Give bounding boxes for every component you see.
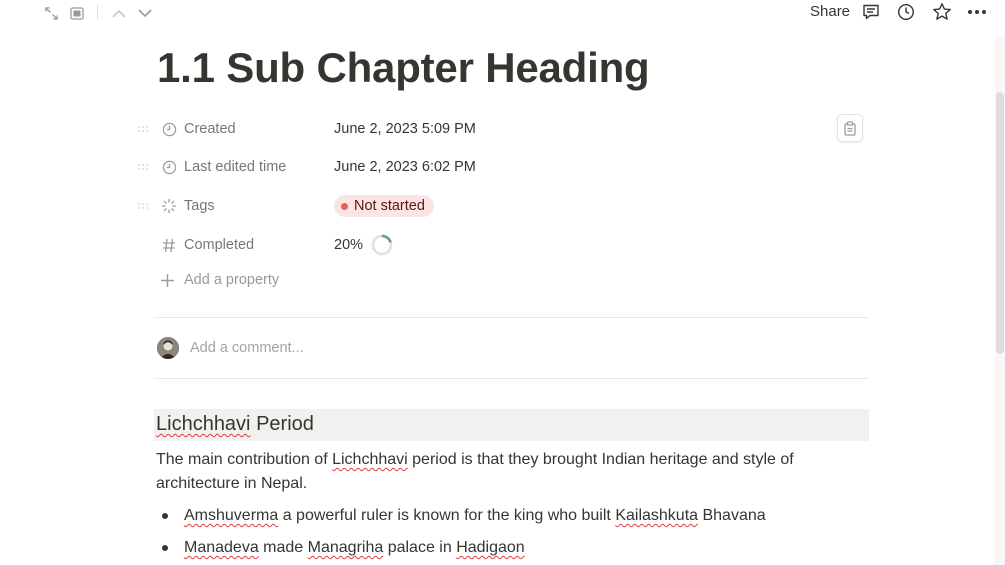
list-item-text: Bhavana	[698, 507, 766, 524]
toolbar-divider	[97, 5, 98, 19]
expand-icon[interactable]	[42, 4, 60, 22]
clock-icon	[160, 120, 178, 138]
page-title[interactable]: 1.1 Sub Chapter Heading	[157, 44, 650, 92]
chevron-up-icon[interactable]	[110, 4, 128, 22]
loader-icon	[160, 197, 178, 215]
comment-box[interactable]: Add a comment...	[157, 337, 304, 359]
misspelled-word: Lichchhavi	[332, 451, 408, 468]
star-icon[interactable]	[931, 1, 953, 23]
misspelled-word: Managriha	[307, 539, 384, 556]
list-item-text: palace in	[383, 539, 457, 556]
divider	[154, 378, 869, 379]
bullet-dot	[162, 545, 168, 551]
paragraph-text: The main contribution of	[156, 451, 333, 468]
property-label[interactable]: Tags	[184, 198, 334, 214]
misspelled-word: Amshuverma	[184, 507, 279, 524]
status-tag[interactable]: Not started	[334, 195, 434, 217]
misspelled-word: Manadeva	[184, 539, 259, 556]
drag-handle-icon[interactable]	[138, 160, 148, 174]
plus-icon	[160, 273, 175, 288]
divider	[154, 317, 869, 318]
drag-handle-icon[interactable]	[138, 122, 148, 136]
bullet-dot	[162, 513, 168, 519]
heading-text: Period	[250, 413, 314, 435]
drag-handle-icon[interactable]	[138, 199, 148, 213]
progress-ring	[371, 234, 393, 256]
hash-icon	[160, 236, 178, 254]
misspelled-word: Lichchhavi	[156, 413, 251, 435]
misspelled-word: Kailashkuta	[615, 507, 699, 524]
share-button[interactable]: Share	[810, 3, 850, 20]
property-value[interactable]: Not started	[334, 195, 434, 217]
comment-input[interactable]: Add a comment...	[190, 340, 304, 356]
property-value[interactable]: June 2, 2023 6:02 PM	[334, 159, 476, 175]
topbar: Share	[0, 0, 1005, 26]
paragraph[interactable]: The main contribution of Lichchhavi peri…	[156, 448, 856, 496]
property-row-completed[interactable]: Completed 20%	[138, 230, 878, 260]
history-icon[interactable]	[896, 2, 916, 22]
avatar	[157, 337, 179, 359]
add-property-label: Add a property	[184, 272, 280, 288]
property-label[interactable]: Created	[184, 121, 334, 137]
list-item[interactable]: Manadeva made Managriha palace in Hadiga…	[162, 536, 525, 560]
list-item[interactable]: Amshuverma a powerful ruler is known for…	[162, 504, 766, 528]
property-value[interactable]: June 2, 2023 5:09 PM	[334, 121, 476, 137]
property-label[interactable]: Completed	[184, 237, 334, 253]
misspelled-word: Hadigaon	[456, 539, 525, 556]
progress-value: 20%	[334, 237, 364, 253]
property-row-last-edited[interactable]: Last edited time June 2, 2023 6:02 PM	[138, 152, 878, 182]
chevron-down-icon[interactable]	[136, 4, 154, 22]
scrollbar[interactable]	[995, 36, 1005, 565]
property-row-tags[interactable]: Tags Not started	[138, 191, 878, 221]
scrollbar-thumb[interactable]	[996, 92, 1004, 354]
status-tag-label: Not started	[354, 198, 425, 214]
more-options-icon[interactable]	[966, 4, 988, 20]
property-value[interactable]: 20%	[334, 234, 393, 256]
list-item-text: made	[258, 539, 308, 556]
clock-icon	[160, 158, 178, 176]
property-row-created[interactable]: Created June 2, 2023 5:09 PM	[138, 114, 878, 144]
peek-mode-icon[interactable]	[68, 4, 86, 22]
status-dot	[341, 202, 348, 210]
property-label[interactable]: Last edited time	[184, 159, 334, 175]
section-heading[interactable]: Lichchhavi Period	[154, 409, 869, 441]
add-property-button[interactable]: Add a property	[160, 272, 279, 288]
list-item-text: a powerful ruler is known for the king w…	[278, 507, 616, 524]
comment-icon[interactable]	[861, 2, 881, 22]
